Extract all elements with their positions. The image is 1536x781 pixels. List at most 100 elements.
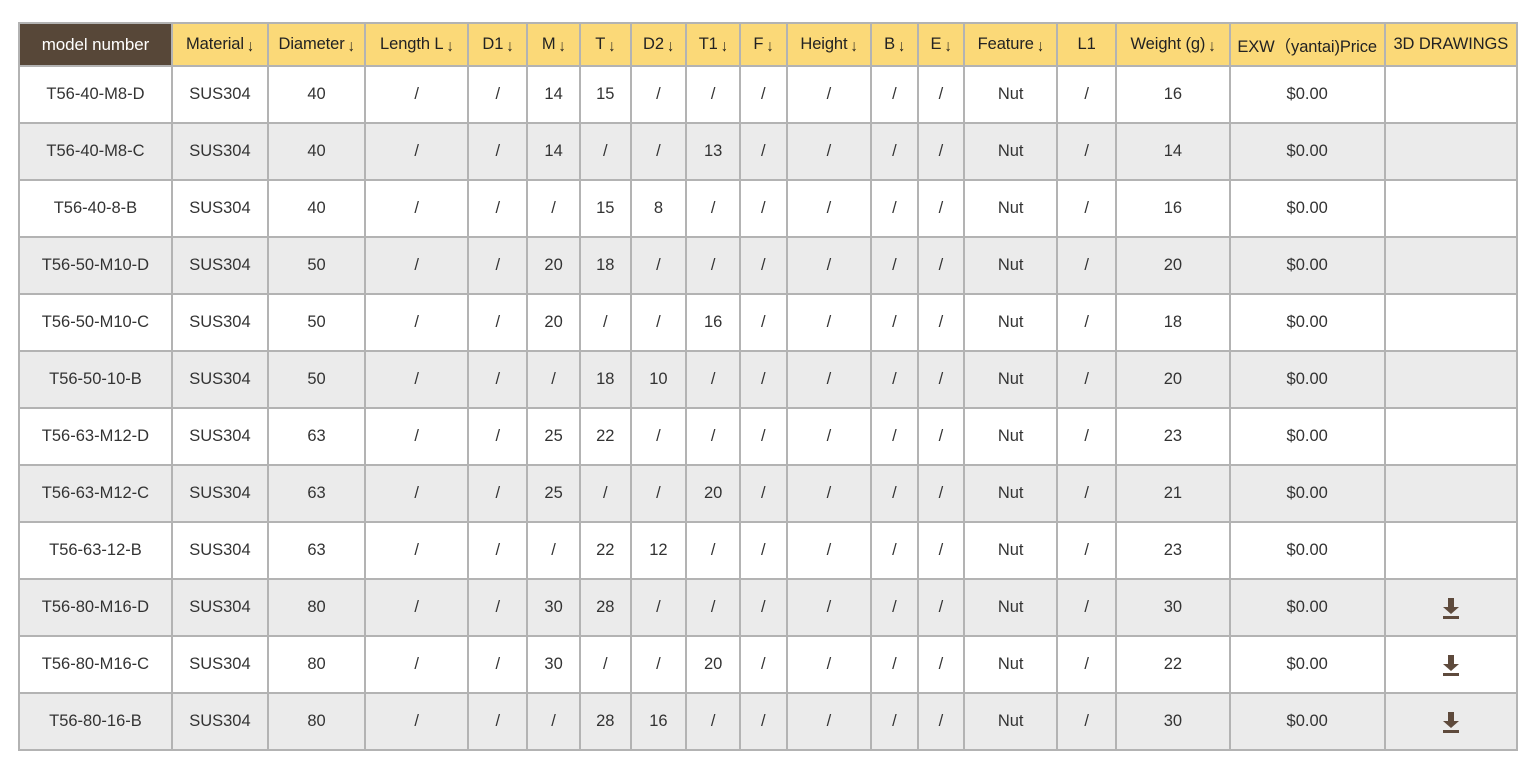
- column-header-model-number: model number: [20, 24, 173, 67]
- column-header-d2[interactable]: D2 ↓: [631, 24, 688, 67]
- column-header-d1[interactable]: D1 ↓: [469, 24, 529, 67]
- cell-weight-g: 23: [1117, 523, 1231, 580]
- cell-d2: /: [631, 238, 688, 295]
- cell-e: /: [918, 352, 966, 409]
- cell-t1: /: [687, 238, 742, 295]
- column-header-label: EXW（yantai)Price: [1237, 37, 1377, 56]
- cell-f: /: [741, 352, 788, 409]
- cell-weight-g: 23: [1117, 409, 1231, 466]
- cell-t1: /: [687, 352, 742, 409]
- column-header-t[interactable]: T ↓: [580, 24, 632, 67]
- cell-t1: /: [687, 181, 742, 238]
- cell-height: /: [787, 580, 873, 637]
- cell-f: /: [741, 580, 788, 637]
- cell-d1: /: [469, 637, 529, 694]
- sort-descending-icon[interactable]: ↓: [944, 37, 951, 53]
- cell-3d-drawing: [1385, 181, 1518, 238]
- cell-weight-g: 16: [1117, 181, 1231, 238]
- sort-descending-icon[interactable]: ↓: [506, 37, 513, 53]
- sort-descending-icon[interactable]: ↓: [721, 37, 728, 53]
- sort-descending-icon[interactable]: ↓: [1037, 37, 1044, 53]
- cell-m: 14: [528, 124, 581, 181]
- column-header-feature[interactable]: Feature ↓: [965, 24, 1059, 67]
- column-header-e[interactable]: E ↓: [918, 24, 966, 67]
- cell-b: /: [872, 694, 919, 751]
- cell-diameter: 50: [268, 352, 367, 409]
- sort-descending-icon[interactable]: ↓: [446, 37, 453, 53]
- cell-l1: /: [1058, 637, 1118, 694]
- sort-descending-icon[interactable]: ↓: [1208, 37, 1215, 53]
- cell-3d-drawing: [1385, 238, 1518, 295]
- cell-b: /: [872, 637, 919, 694]
- column-header-material[interactable]: Material ↓: [172, 24, 269, 67]
- sort-descending-icon[interactable]: ↓: [850, 37, 857, 53]
- column-header-height[interactable]: Height ↓: [787, 24, 873, 67]
- cell-feature: Nut: [965, 295, 1059, 352]
- column-header-b[interactable]: B ↓: [872, 24, 919, 67]
- download-icon[interactable]: [1440, 710, 1462, 734]
- cell-exw-price: $0.00: [1230, 295, 1386, 352]
- cell-3d-drawing[interactable]: [1385, 637, 1518, 694]
- cell-t1: /: [687, 67, 742, 124]
- cell-exw-price: $0.00: [1230, 466, 1386, 523]
- sort-descending-icon[interactable]: ↓: [608, 37, 615, 53]
- cell-l1: /: [1058, 694, 1118, 751]
- table-row: T56-63-M12-C SUS304 63//25//20// / / Nut/21 $0…: [20, 466, 1518, 523]
- cell-feature: Nut: [965, 352, 1059, 409]
- cell-exw-price: $0.00: [1230, 637, 1386, 694]
- column-header-length-l[interactable]: Length L ↓: [366, 24, 470, 67]
- cell-t1: /: [687, 409, 742, 466]
- cell-length-l: /: [366, 124, 470, 181]
- column-header-m[interactable]: M ↓: [528, 24, 581, 67]
- cell-d2: 8: [631, 181, 688, 238]
- cell-3d-drawing: [1385, 352, 1518, 409]
- cell-weight-g: 16: [1117, 67, 1231, 124]
- download-icon[interactable]: [1440, 596, 1462, 620]
- cell-t: /: [580, 637, 632, 694]
- cell-feature: Nut: [965, 466, 1059, 523]
- cell-f: /: [741, 694, 788, 751]
- cell-d2: /: [631, 637, 688, 694]
- cell-t: 22: [580, 409, 632, 466]
- table-header-row: model number Material ↓ Diameter ↓ Length L ↓ D…: [20, 24, 1518, 67]
- cell-3d-drawing[interactable]: [1385, 694, 1518, 751]
- cell-feature: Nut: [965, 238, 1059, 295]
- cell-length-l: /: [366, 694, 470, 751]
- column-header-t1[interactable]: T1 ↓: [687, 24, 742, 67]
- column-header-label: T1: [698, 35, 718, 53]
- cell-height: /: [787, 523, 873, 580]
- sort-descending-icon[interactable]: ↓: [667, 37, 674, 53]
- cell-diameter: 50: [268, 238, 367, 295]
- download-icon[interactable]: [1440, 653, 1462, 677]
- cell-d1: /: [469, 694, 529, 751]
- cell-material: SUS304: [172, 352, 269, 409]
- sort-descending-icon[interactable]: ↓: [558, 37, 565, 53]
- sort-descending-icon[interactable]: ↓: [898, 37, 905, 53]
- cell-l1: /: [1058, 523, 1118, 580]
- cell-t1: 20: [687, 466, 742, 523]
- cell-l1: /: [1058, 352, 1118, 409]
- cell-t: /: [580, 295, 632, 352]
- cell-f: /: [741, 409, 788, 466]
- cell-t1: 13: [687, 124, 742, 181]
- cell-d1: /: [469, 523, 529, 580]
- cell-e: /: [918, 523, 966, 580]
- cell-3d-drawing[interactable]: [1385, 580, 1518, 637]
- cell-e: /: [918, 238, 966, 295]
- cell-f: /: [741, 637, 788, 694]
- cell-feature: Nut: [965, 637, 1059, 694]
- cell-exw-price: $0.00: [1230, 580, 1386, 637]
- cell-b: /: [872, 523, 919, 580]
- sort-descending-icon[interactable]: ↓: [348, 37, 355, 53]
- column-header-f[interactable]: F ↓: [741, 24, 788, 67]
- sort-descending-icon[interactable]: ↓: [247, 37, 254, 53]
- cell-m: 20: [528, 238, 581, 295]
- cell-b: /: [872, 181, 919, 238]
- column-header-diameter[interactable]: Diameter ↓: [268, 24, 367, 67]
- cell-weight-g: 20: [1117, 352, 1231, 409]
- cell-height: /: [787, 238, 873, 295]
- cell-length-l: /: [366, 409, 470, 466]
- sort-descending-icon[interactable]: ↓: [766, 37, 773, 53]
- column-header-label: M: [541, 35, 556, 53]
- column-header-weight-g[interactable]: Weight (g) ↓: [1117, 24, 1231, 67]
